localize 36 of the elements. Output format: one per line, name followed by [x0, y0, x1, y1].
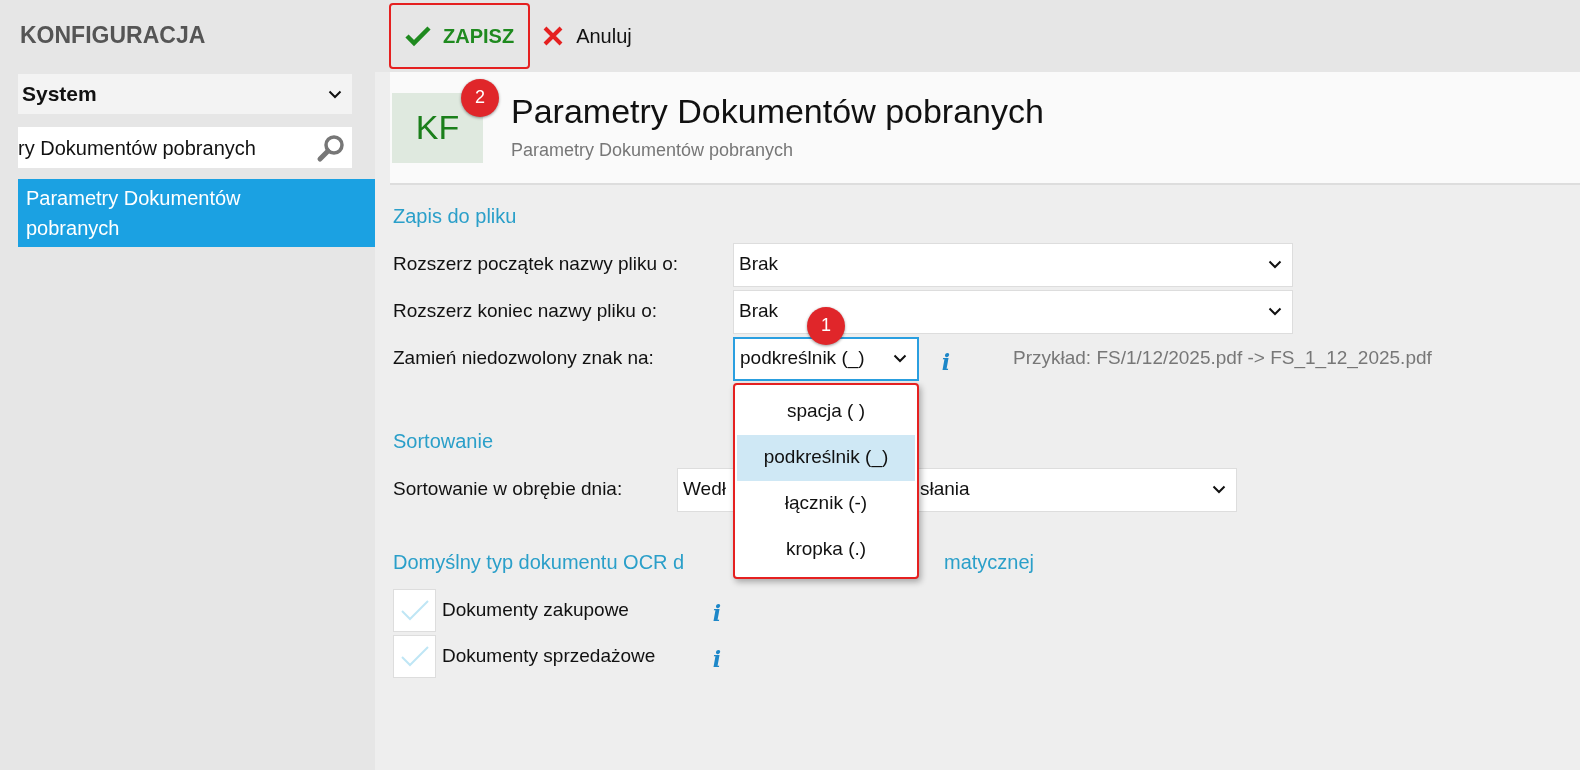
dropdown-option[interactable]: podkreślnik (_): [737, 434, 915, 481]
dropdown-option[interactable]: spacja ( ): [737, 388, 915, 435]
page-title: Parametry Dokumentów pobranych: [511, 91, 1044, 131]
section-title: Sortowanie: [393, 429, 494, 454]
select-field[interactable]: Brak: [733, 242, 1293, 287]
check-icon: [399, 598, 430, 622]
section-title: Domyślny typ dokumentu OCR d: [393, 550, 685, 575]
checkbox[interactable]: [393, 634, 436, 678]
chevron-icon: [1212, 485, 1226, 494]
page-subtitle: Parametry Dokumentów pobranych: [511, 139, 795, 162]
section-title: Zapis do pliku: [393, 204, 517, 229]
checkbox-label: Dokumenty sprzedażowe: [442, 643, 657, 668]
sidebar-title: KONFIGURACJA: [19, 21, 207, 50]
select-field[interactable]: podkreślnik (_): [733, 336, 919, 381]
field-label: Rozszerz początek nazwy pliku o:: [393, 252, 680, 277]
number-badge: 2: [461, 78, 499, 117]
search-icon: [316, 132, 346, 163]
module-select[interactable]: System: [18, 74, 352, 114]
checkbox-label: Dokumenty zakupowe: [442, 597, 630, 622]
close-icon: [542, 25, 565, 47]
section-title: matycznej: [944, 550, 1035, 575]
field-label: Zamień niedozwolony znak na:: [393, 346, 655, 371]
cancel-button[interactable]: Anuluj: [534, 3, 648, 69]
example-text: Przykład: FS/1/12/2025.pdf -> FS_1_12_2025.pdf: [1013, 346, 1432, 371]
checkbox[interactable]: [393, 588, 436, 632]
field-label: Sortowanie w obrębie dnia:: [393, 477, 624, 502]
field-label: Rozszerz koniec nazwy pliku o:: [393, 299, 658, 324]
dropdown-option[interactable]: kropka (.): [737, 526, 915, 573]
search-field[interactable]: ry Dokumentów pobranych: [18, 127, 352, 168]
chevron-icon: [1268, 307, 1282, 316]
chevron-icon: [328, 89, 342, 99]
chevron-icon: [893, 354, 907, 363]
check-icon: [405, 25, 431, 47]
chevron-icon: [1268, 260, 1282, 269]
check-icon: [399, 644, 430, 668]
save-button[interactable]: ZAPISZ: [389, 3, 531, 69]
